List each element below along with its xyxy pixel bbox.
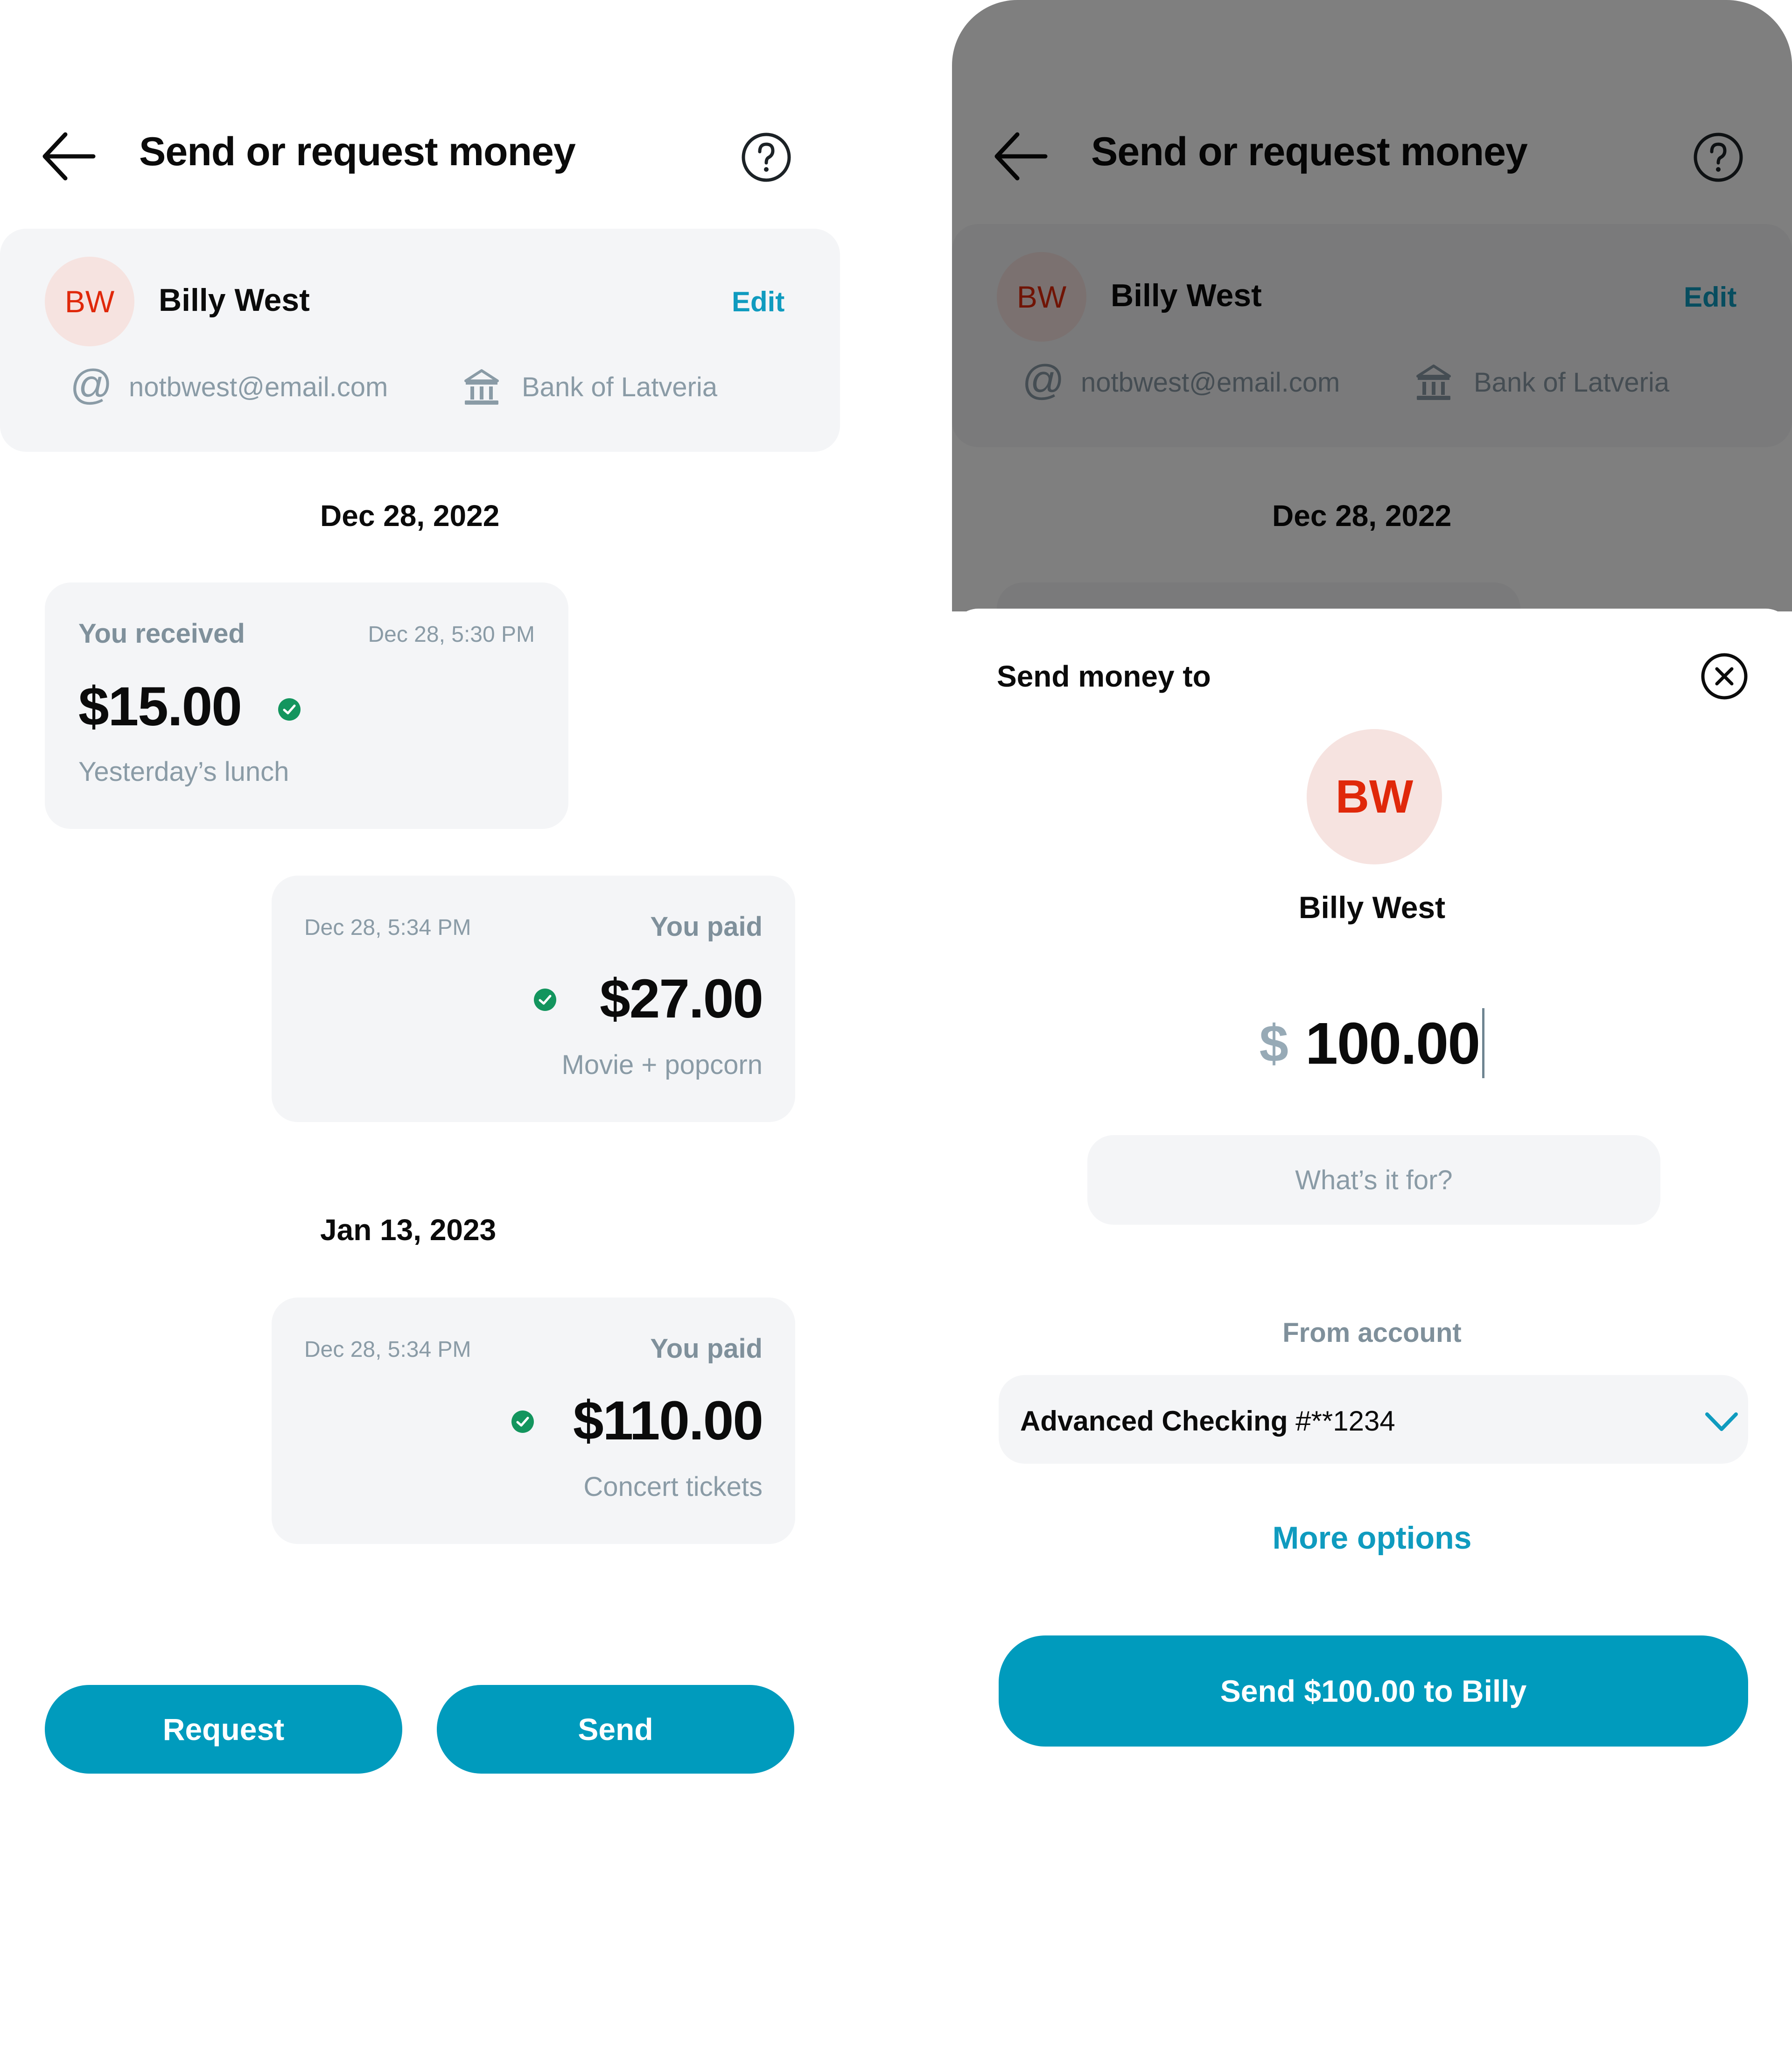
transaction-kind: You paid	[650, 1333, 763, 1364]
note-input[interactable]	[1087, 1135, 1660, 1225]
currency-symbol: $	[1259, 1014, 1288, 1073]
help-button[interactable]	[741, 132, 791, 182]
account-number: #**1234	[1295, 1405, 1395, 1437]
bank-icon	[464, 369, 499, 406]
at-icon: @	[70, 362, 113, 408]
page-title: Send or request money	[139, 129, 576, 174]
chevron-down-icon[interactable]	[1703, 1409, 1740, 1435]
check-circle-icon	[511, 1410, 534, 1433]
transaction-received[interactable]: You received Dec 28, 5:30 PM $15.00 Yest…	[45, 582, 568, 829]
transaction-paid[interactable]: Dec 28, 5:34 PM You paid $27.00 Movie + …	[272, 876, 795, 1122]
check-circle-icon	[278, 698, 301, 721]
transaction-amount: $27.00	[600, 968, 763, 1030]
contact-name: Billy West	[159, 282, 310, 318]
avatar: BW	[45, 257, 134, 346]
question-circle-icon	[742, 133, 791, 182]
transaction-kind: You paid	[650, 912, 763, 942]
back-button[interactable]	[41, 131, 97, 182]
contact-email: notbwest@email.com	[129, 372, 388, 402]
date-divider: Dec 28, 2022	[320, 499, 500, 533]
from-account-label: From account	[1282, 1318, 1462, 1348]
contact-card	[0, 229, 840, 452]
edit-contact-link[interactable]: Edit	[732, 286, 784, 318]
account-name: Advanced Checking	[1020, 1405, 1288, 1437]
amount-input[interactable]: $ 100.00	[952, 1008, 1792, 1078]
transaction-kind: You received	[78, 618, 245, 649]
transaction-paid[interactable]: Dec 28, 5:34 PM You paid $110.00 Concert…	[272, 1298, 795, 1544]
transaction-time: Dec 28, 5:30 PM	[368, 622, 535, 647]
send-money-screen: Send or request money BW Billy West Edit…	[952, 0, 1792, 2070]
send-button[interactable]: Send	[437, 1685, 794, 1774]
check-circle-icon	[534, 989, 556, 1011]
sheet-title: Send money to	[997, 660, 1211, 693]
transaction-time: Dec 28, 5:34 PM	[304, 1337, 471, 1362]
recipient-avatar: BW	[1307, 729, 1442, 864]
transaction-note: Concert tickets	[583, 1472, 763, 1502]
close-button[interactable]	[1701, 653, 1748, 700]
transaction-note: Yesterday’s lunch	[78, 757, 289, 787]
confirm-send-button[interactable]: Send $100.00 to Billy	[999, 1635, 1748, 1747]
date-divider: Jan 13, 2023	[320, 1213, 497, 1247]
transaction-amount: $110.00	[573, 1390, 763, 1452]
transaction-time: Dec 28, 5:34 PM	[304, 915, 471, 940]
modal-scrim[interactable]	[952, 0, 1792, 611]
conversation-screen: Send or request money BW Billy West Edit…	[0, 0, 840, 2070]
selected-account[interactable]: Advanced Checking #**1234	[1020, 1405, 1395, 1437]
request-button[interactable]: Request	[45, 1685, 402, 1774]
avatar-initials: BW	[1335, 770, 1414, 823]
text-cursor	[1482, 1008, 1485, 1078]
contact-bank: Bank of Latveria	[522, 372, 718, 402]
transaction-note: Movie + popcorn	[561, 1050, 763, 1080]
avatar-initials: BW	[64, 284, 115, 319]
close-circle-icon	[1701, 653, 1748, 700]
amount-value[interactable]: 100.00	[1305, 1010, 1480, 1077]
transaction-amount: $15.00	[78, 676, 242, 737]
arrow-left-icon	[42, 132, 96, 181]
recipient-name: Billy West	[1298, 890, 1446, 925]
more-options-link[interactable]: More options	[952, 1520, 1792, 1556]
